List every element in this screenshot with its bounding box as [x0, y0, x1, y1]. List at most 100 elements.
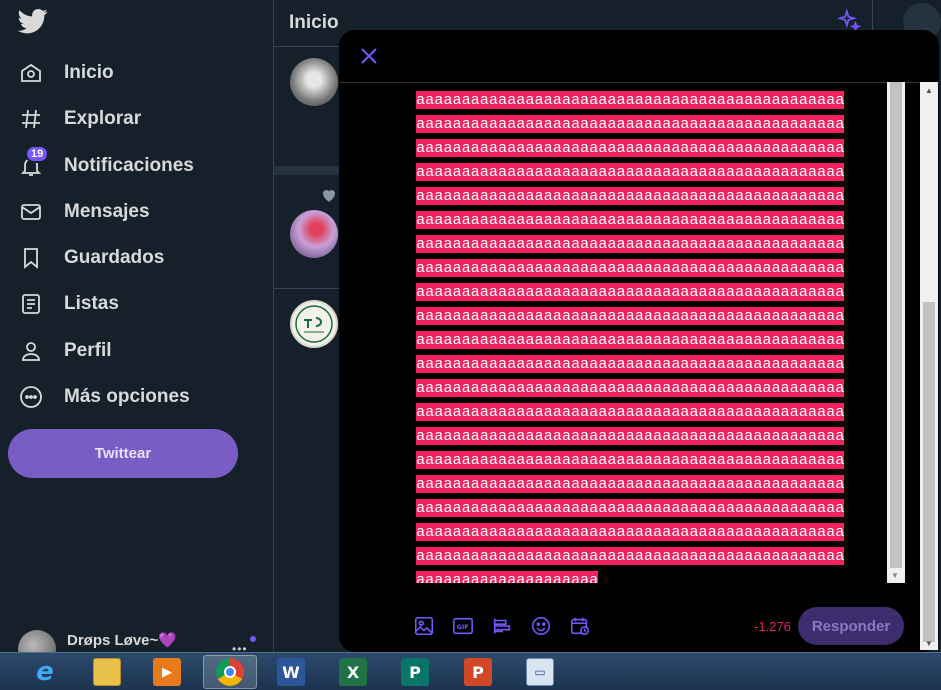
- nav-item-notificaciones[interactable]: 19 Notificaciones: [16, 145, 194, 186]
- modal-scrollbar[interactable]: ▲ ▼: [920, 82, 938, 650]
- taskbar-powerpoint[interactable]: P: [451, 655, 505, 689]
- overflow-highlight: aaaaaaaaaaaaaaaaaaaaaaaaaaaaaaaaaaaaaaaa…: [416, 115, 845, 133]
- nav-item-inicio[interactable]: Inicio: [16, 53, 114, 93]
- folder-icon: [93, 658, 121, 686]
- scrollbar-thumb[interactable]: [923, 302, 935, 642]
- avatar[interactable]: [290, 58, 338, 106]
- overflow-text-line: aaaaaaaaaaaaaaaaaaaaaaaaaaaaaaaaaaaaaaaa…: [416, 208, 882, 232]
- overflow-highlight: aaaaaaaaaaaaaaaaaaaaaaaaaaaaaaaaaaaaaaaa…: [416, 499, 845, 517]
- nav-label: Guardados: [64, 247, 165, 268]
- word-icon: W: [277, 658, 305, 686]
- overflow-highlight: aaaaaaaaaaaaaaaaaaaaaaaaaaaaaaaaaaaaaaaa…: [416, 235, 845, 253]
- heart-icon: [322, 189, 336, 202]
- nav-item-mensajes[interactable]: Mensajes: [16, 192, 150, 232]
- nav-item-guardados[interactable]: Guardados: [16, 238, 164, 278]
- bell-icon: 19: [16, 145, 50, 181]
- scrollbar-thumb[interactable]: [890, 82, 902, 568]
- scroll-down-arrow-icon[interactable]: ▼: [925, 639, 933, 648]
- taskbar-file-explorer[interactable]: [80, 655, 134, 689]
- tweet-button[interactable]: Twittear: [8, 429, 238, 478]
- nav-label: Explorar: [64, 108, 142, 129]
- reply-button[interactable]: Responder: [798, 607, 904, 645]
- overflow-highlight: aaaaaaaaaaaaaaaaaaaa: [416, 571, 599, 583]
- overflow-highlight: aaaaaaaaaaaaaaaaaaaaaaaaaaaaaaaaaaaaaaaa…: [416, 307, 845, 325]
- overflow-highlight: aaaaaaaaaaaaaaaaaaaaaaaaaaaaaaaaaaaaaaaa…: [416, 355, 845, 373]
- overflow-text-line: aaaaaaaaaaaaaaaaaaaaaaaaaaaaaaaaaaaaaaaa…: [416, 184, 882, 208]
- overflow-highlight: aaaaaaaaaaaaaaaaaaaaaaaaaaaaaaaaaaaaaaaa…: [416, 403, 845, 421]
- reply-modal: aaaaaaaaaaaaaaaaaaaaaaaaaaaaaaaaaaaaaaaa…: [339, 30, 939, 652]
- emoji-icon[interactable]: [528, 613, 554, 639]
- overflow-text-line: aaaaaaaaaaaaaaaaaaaaaaaaaaaaaaaaaaaaaaaa…: [416, 448, 882, 472]
- sidebar: Inicio Explorar 19 Notificaciones Mensaj…: [0, 0, 273, 668]
- powerpoint-icon: P: [464, 658, 492, 686]
- internet-explorer-icon: e: [36, 657, 54, 687]
- schedule-icon[interactable]: [567, 613, 593, 639]
- text-area-scrollbar[interactable]: ▼: [887, 82, 905, 583]
- tweet-text-area[interactable]: aaaaaaaaaaaaaaaaaaaaaaaaaaaaaaaaaaaaaaaa…: [416, 88, 882, 583]
- overflow-highlight: aaaaaaaaaaaaaaaaaaaaaaaaaaaaaaaaaaaaaaaa…: [416, 523, 845, 541]
- overflow-text-line: aaaaaaaaaaaaaaaaaaaaaaaaaaaaaaaaaaaaaaaa…: [416, 256, 882, 280]
- close-icon[interactable]: [357, 44, 381, 68]
- twitter-logo-icon[interactable]: [18, 6, 48, 36]
- topo-chico-logo-icon: [295, 305, 333, 343]
- nav-label: Listas: [64, 293, 119, 314]
- overflow-text-line: aaaaaaaaaaaaaaaaaaaaaaaaaaaaaaaaaaaaaaaa…: [416, 280, 882, 304]
- overflow-highlight: aaaaaaaaaaaaaaaaaaaaaaaaaaaaaaaaaaaaaaaa…: [416, 163, 845, 181]
- taskbar-excel[interactable]: X: [326, 655, 380, 689]
- overflow-highlight: aaaaaaaaaaaaaaaaaaaaaaaaaaaaaaaaaaaaaaaa…: [416, 451, 845, 469]
- hashtag-icon: [16, 104, 46, 134]
- overflow-text-line: aaaaaaaaaaaaaaaaaaaaaaaaaaaaaaaaaaaaaaaa…: [416, 304, 882, 328]
- page-title: Inicio: [289, 12, 339, 33]
- avatar[interactable]: [290, 300, 338, 348]
- taskbar-remote-desktop[interactable]: ▭: [513, 655, 567, 689]
- nav-label: Mensajes: [64, 201, 150, 222]
- taskbar-word[interactable]: W: [264, 655, 318, 689]
- overflow-highlight: aaaaaaaaaaaaaaaaaaaaaaaaaaaaaaaaaaaaaaaa…: [416, 283, 845, 301]
- nav-label: Inicio: [64, 62, 114, 83]
- nav-item-mas-opciones[interactable]: Más opciones: [16, 377, 190, 417]
- taskbar-chrome[interactable]: [203, 655, 257, 689]
- nav-item-explorar[interactable]: Explorar: [16, 99, 141, 139]
- overflow-highlight: aaaaaaaaaaaaaaaaaaaaaaaaaaaaaaaaaaaaaaaa…: [416, 211, 845, 229]
- overflow-text-line: aaaaaaaaaaaaaaaaaaaaaaaaaaaaaaaaaaaaaaaa…: [416, 400, 882, 424]
- overflow-text-line: aaaaaaaaaaaaaaaaaaaa: [416, 568, 882, 583]
- nav-item-listas[interactable]: Listas: [16, 284, 119, 324]
- overflow-text-line: aaaaaaaaaaaaaaaaaaaaaaaaaaaaaaaaaaaaaaaa…: [416, 544, 882, 568]
- excel-icon: X: [339, 658, 367, 686]
- image-icon[interactable]: [411, 613, 437, 639]
- more-circle-icon: [16, 382, 46, 412]
- nav-label: Perfil: [64, 340, 112, 361]
- home-icon: [16, 58, 46, 88]
- nav-item-perfil[interactable]: Perfil: [16, 331, 112, 371]
- taskbar-publisher[interactable]: P: [388, 655, 442, 689]
- account-name: Drøps Løve~💜: [67, 632, 177, 649]
- bookmark-icon: [16, 243, 46, 273]
- notification-badge: 19: [25, 145, 50, 163]
- overflow-highlight: aaaaaaaaaaaaaaaaaaaaaaaaaaaaaaaaaaaaaaaa…: [416, 139, 845, 157]
- avatar[interactable]: [290, 210, 338, 258]
- overflow-highlight: aaaaaaaaaaaaaaaaaaaaaaaaaaaaaaaaaaaaaaaa…: [416, 427, 845, 445]
- overflow-highlight: aaaaaaaaaaaaaaaaaaaaaaaaaaaaaaaaaaaaaaaa…: [416, 475, 845, 493]
- list-icon: [16, 289, 46, 319]
- character-counter: -1.276: [754, 619, 791, 634]
- nav-label: Notificaciones: [64, 155, 194, 176]
- overflow-text-line: aaaaaaaaaaaaaaaaaaaaaaaaaaaaaaaaaaaaaaaa…: [416, 424, 882, 448]
- overflow-text-line: aaaaaaaaaaaaaaaaaaaaaaaaaaaaaaaaaaaaaaaa…: [416, 376, 882, 400]
- compose-toolbar: GIF: [411, 610, 606, 642]
- overflow-text-line: aaaaaaaaaaaaaaaaaaaaaaaaaaaaaaaaaaaaaaaa…: [416, 328, 882, 352]
- taskbar-internet-explorer[interactable]: e: [18, 655, 72, 689]
- media-player-icon: ▶: [153, 658, 181, 686]
- overflow-text-line: aaaaaaaaaaaaaaaaaaaaaaaaaaaaaaaaaaaaaaaa…: [416, 88, 882, 112]
- overflow-highlight: aaaaaaaaaaaaaaaaaaaaaaaaaaaaaaaaaaaaaaaa…: [416, 331, 845, 349]
- scroll-down-arrow-icon[interactable]: ▼: [891, 571, 899, 580]
- overflow-text-line: aaaaaaaaaaaaaaaaaaaaaaaaaaaaaaaaaaaaaaaa…: [416, 160, 882, 184]
- poll-icon[interactable]: [489, 613, 515, 639]
- scroll-up-arrow-icon[interactable]: ▲: [925, 86, 933, 95]
- overflow-text-line: aaaaaaaaaaaaaaaaaaaaaaaaaaaaaaaaaaaaaaaa…: [416, 232, 882, 256]
- overflow-text-line: aaaaaaaaaaaaaaaaaaaaaaaaaaaaaaaaaaaaaaaa…: [416, 520, 882, 544]
- gif-icon[interactable]: GIF: [450, 613, 476, 639]
- overflow-text-line: aaaaaaaaaaaaaaaaaaaaaaaaaaaaaaaaaaaaaaaa…: [416, 496, 882, 520]
- taskbar: e ▶ W X P P ▭: [0, 652, 941, 690]
- taskbar-media-player[interactable]: ▶: [140, 655, 194, 689]
- divider: [339, 82, 939, 83]
